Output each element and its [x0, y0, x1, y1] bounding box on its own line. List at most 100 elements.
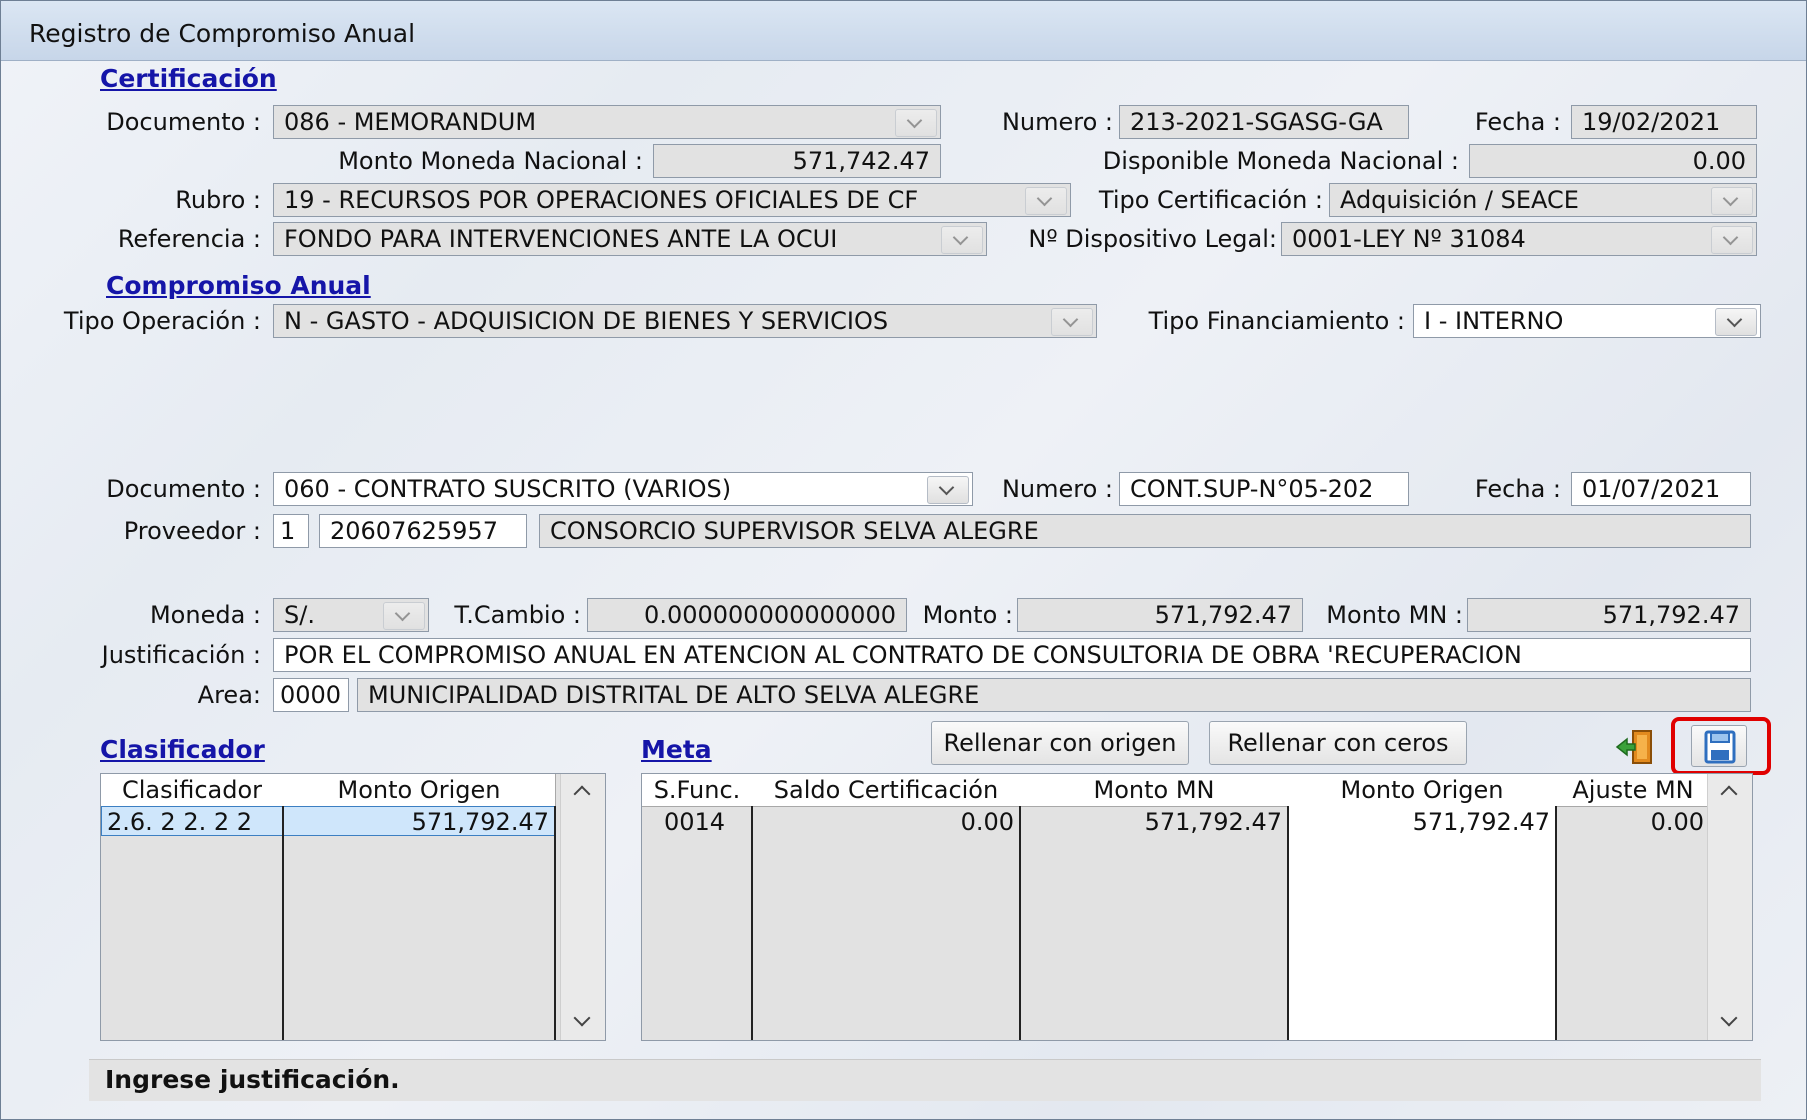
- comp-documento-label: Documento :: [106, 475, 261, 503]
- cert-disponible-field[interactable]: 0.00: [1469, 144, 1757, 178]
- cert-numero-label: Numero :: [1001, 108, 1113, 136]
- chevron-up-icon[interactable]: [573, 785, 591, 803]
- table-cell[interactable]: 571,792.47: [1288, 807, 1556, 837]
- status-message: Ingrese justificación.: [105, 1065, 400, 1094]
- grid-divider: [282, 806, 284, 1040]
- section-meta: Meta: [641, 735, 712, 764]
- cert-fecha-field[interactable]: 19/02/2021: [1571, 105, 1757, 139]
- clasificador-grid[interactable]: Clasificador Monto Origen 2.6. 2 2. 2 2 …: [100, 773, 606, 1041]
- cert-dispositivo-select[interactable]: 0001-LEY Nº 31084: [1281, 222, 1757, 256]
- proveedor-label: Proveedor :: [123, 517, 261, 545]
- moneda-select[interactable]: S/.: [273, 598, 429, 632]
- cert-documento-select[interactable]: 086 - MEMORANDUM: [273, 105, 941, 139]
- clasificador-scrollbar[interactable]: [560, 774, 605, 1040]
- table-cell[interactable]: 0.00: [1556, 807, 1710, 837]
- proveedor-tipo-field[interactable]: 1: [273, 514, 309, 548]
- comp-fecha-field[interactable]: 01/07/2021: [1571, 472, 1751, 506]
- table-cell: 0014: [664, 808, 726, 836]
- comp-documento-value: 060 - CONTRATO SUSCRITO (VARIOS): [284, 475, 732, 503]
- tipo-financiamiento-label: Tipo Financiamiento :: [1148, 307, 1405, 335]
- monto-origen-column-bg: [1288, 806, 1556, 1040]
- tcambio-field[interactable]: 0.000000000000000: [587, 598, 907, 632]
- chevron-down-icon: [1715, 308, 1757, 336]
- chevron-down-icon: [1051, 308, 1093, 336]
- chevron-down-icon: [1025, 187, 1067, 215]
- proveedor-ruc-field[interactable]: 20607625957: [319, 514, 527, 548]
- chevron-down-icon: [895, 109, 937, 137]
- rellenar-con-origen-button[interactable]: Rellenar con origen: [931, 721, 1189, 765]
- cert-rubro-value: 19 - RECURSOS POR OPERACIONES OFICIALES …: [284, 186, 919, 214]
- exit-button[interactable]: [1613, 725, 1657, 769]
- cert-monto-mn-field[interactable]: 571,742.47: [653, 144, 941, 178]
- save-button[interactable]: [1691, 725, 1747, 767]
- table-cell: 571,792.47: [1144, 808, 1282, 836]
- monto-mn-col-header[interactable]: Monto MN: [1020, 774, 1289, 807]
- cert-referencia-select[interactable]: FONDO PARA INTERVENCIONES ANTE LA OCUI: [273, 222, 987, 256]
- area-name-field: MUNICIPALIDAD DISTRITAL DE ALTO SELVA AL…: [357, 678, 1751, 712]
- monto-mn-field[interactable]: 571,792.47: [1467, 598, 1751, 632]
- cert-fecha-label: Fecha :: [1474, 108, 1561, 136]
- comp-numero-field[interactable]: CONT.SUP-N°05-202: [1119, 472, 1409, 506]
- cert-tipo-cert-value: Adquisición / SEACE: [1340, 186, 1579, 214]
- meta-scrollbar[interactable]: [1707, 774, 1752, 1040]
- area-label: Area:: [197, 681, 261, 709]
- moneda-value: S/.: [284, 601, 315, 629]
- chevron-down-icon: [1711, 187, 1753, 215]
- cert-referencia-value: FONDO PARA INTERVENCIONES ANTE LA OCUI: [284, 225, 838, 253]
- cert-rubro-label: Rubro :: [175, 186, 261, 214]
- chevron-down-icon[interactable]: [573, 1009, 591, 1027]
- table-cell: 0.00: [960, 808, 1014, 836]
- cert-referencia-label: Referencia :: [117, 225, 261, 253]
- grid-divider: [1555, 806, 1557, 1040]
- ajuste-mn-col-header[interactable]: Ajuste MN: [1556, 774, 1711, 807]
- cert-tipo-cert-select[interactable]: Adquisición / SEACE: [1329, 183, 1757, 217]
- tipo-financiamiento-value: I - INTERNO: [1424, 307, 1564, 335]
- monto-origen-col-header[interactable]: Monto Origen: [1288, 774, 1557, 807]
- window-title: Registro de Compromiso Anual: [29, 19, 416, 48]
- window: Registro de Compromiso Anual Certificaci…: [0, 0, 1807, 1120]
- cert-dispositivo-value: 0001-LEY Nº 31084: [1292, 225, 1526, 253]
- cert-tipo-cert-label: Tipo Certificación :: [1098, 186, 1323, 214]
- tipo-operacion-select[interactable]: N - GASTO - ADQUISICION DE BIENES Y SERV…: [273, 304, 1097, 338]
- chevron-down-icon: [927, 476, 969, 504]
- comp-numero-label: Numero :: [1001, 475, 1113, 503]
- sfunc-col-header[interactable]: S.Func.: [642, 774, 753, 807]
- area-code-field[interactable]: 0000: [273, 678, 349, 712]
- meta-grid[interactable]: S.Func. Saldo Certificación Monto MN Mon…: [641, 773, 1753, 1041]
- tipo-financiamiento-select[interactable]: I - INTERNO: [1413, 304, 1761, 338]
- cert-rubro-select[interactable]: 19 - RECURSOS POR OPERACIONES OFICIALES …: [273, 183, 1071, 217]
- proveedor-nombre-field: CONSORCIO SUPERVISOR SELVA ALEGRE: [539, 514, 1751, 548]
- justificacion-field[interactable]: POR EL COMPROMISO ANUAL EN ATENCION AL C…: [273, 638, 1751, 672]
- status-bar: Ingrese justificación.: [89, 1059, 1761, 1101]
- cert-documento-label: Documento :: [106, 108, 261, 136]
- chevron-down-icon: [941, 226, 983, 254]
- rellenar-con-ceros-button[interactable]: Rellenar con ceros: [1209, 721, 1467, 765]
- tipo-operacion-value: N - GASTO - ADQUISICION DE BIENES Y SERV…: [284, 307, 889, 335]
- tipo-operacion-label: Tipo Operación :: [63, 307, 261, 335]
- comp-documento-select[interactable]: 060 - CONTRATO SUSCRITO (VARIOS): [273, 472, 973, 506]
- chevron-up-icon[interactable]: [1720, 785, 1738, 803]
- exit-door-icon: [1615, 730, 1652, 764]
- cert-numero-field[interactable]: 213-2021-SGASG-GA: [1119, 105, 1409, 139]
- section-compromiso-anual: Compromiso Anual: [106, 271, 371, 300]
- cert-dispositivo-label: Nº Dispositivo Legal:: [1028, 225, 1277, 253]
- cert-disponible-label: Disponible Moneda Nacional :: [1102, 147, 1459, 175]
- save-disk-icon: [1704, 730, 1736, 764]
- saldo-cert-col-header[interactable]: Saldo Certificación: [752, 774, 1021, 807]
- monto-label: Monto :: [922, 601, 1013, 629]
- grid-divider: [751, 806, 753, 1040]
- table-cell: 571,792.47: [411, 808, 549, 836]
- justificacion-label: Justificación :: [101, 641, 261, 669]
- comp-fecha-label: Fecha :: [1474, 475, 1561, 503]
- section-clasificador: Clasificador: [100, 735, 265, 764]
- clasificador-col-header[interactable]: Clasificador: [101, 774, 284, 807]
- moneda-label: Moneda :: [149, 601, 261, 629]
- grid-divider: [1019, 806, 1021, 1040]
- cert-monto-mn-label: Monto Moneda Nacional :: [338, 147, 643, 175]
- chevron-down-icon[interactable]: [1720, 1009, 1738, 1027]
- tcambio-label: T.Cambio :: [454, 601, 581, 629]
- monto-field[interactable]: 571,792.47: [1017, 598, 1303, 632]
- monto-origen-col-header[interactable]: Monto Origen: [283, 774, 556, 807]
- title-bar: Registro de Compromiso Anual: [1, 1, 1806, 61]
- grid-divider: [554, 806, 556, 1040]
